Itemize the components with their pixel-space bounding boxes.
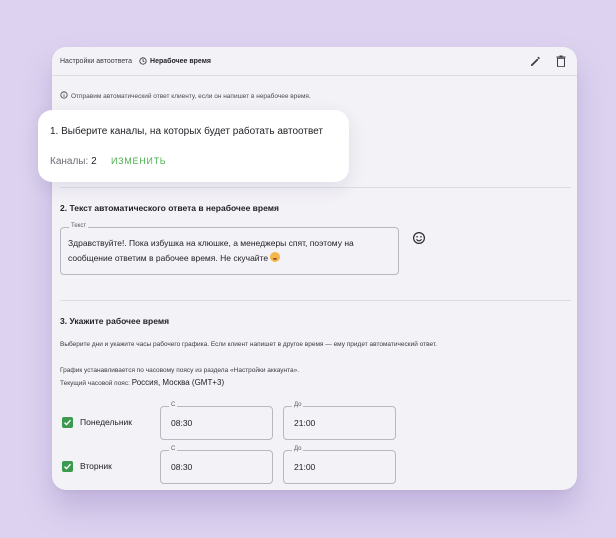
from-value: 08:30 xyxy=(171,462,193,472)
section-1-title: 1. Выберите каналы, на которых будет раб… xyxy=(50,126,323,137)
timezone-value: Россия, Москва (GMT+3) xyxy=(131,378,225,387)
trash-icon[interactable] xyxy=(553,53,569,69)
to-label: До xyxy=(292,402,304,408)
monday-checkbox[interactable] xyxy=(62,417,73,428)
autoreply-text-field[interactable]: Текст Здравствуйте!. Пока избушка на клю… xyxy=(60,223,399,275)
timezone-line: Текущий часовой пояс: Россия, Москва (GM… xyxy=(60,378,224,388)
divider xyxy=(60,187,571,188)
to-value: 21:00 xyxy=(294,418,316,428)
info-line: Отправим автоматический ответ клиенту, е… xyxy=(60,91,311,101)
monday-to-field[interactable]: До 21:00 xyxy=(283,402,396,440)
smiley-icon[interactable] xyxy=(412,231,426,245)
text-field-label: Текст xyxy=(69,223,89,229)
from-label: С xyxy=(169,446,178,452)
header-subtitle: Нерабочее время xyxy=(150,57,211,65)
channels-count-value: 2 xyxy=(91,156,97,167)
to-label: До xyxy=(292,446,304,452)
channels-label: Каналы: xyxy=(50,156,89,167)
channels-count: Каналы: 2 xyxy=(50,156,97,167)
autoreply-text: Здравствуйте!. Пока избушка на клюшке, а… xyxy=(68,238,354,263)
monday-from-field[interactable]: С 08:30 xyxy=(160,402,273,440)
from-value: 08:30 xyxy=(171,418,193,428)
channels-popover: 1. Выберите каналы, на которых будет раб… xyxy=(38,110,349,182)
timezone-note: График устанавливается по часовому поясу… xyxy=(60,367,300,374)
from-label: С xyxy=(169,402,178,408)
change-channels-button[interactable]: ИЗМЕНИТЬ xyxy=(111,156,166,166)
info-icon xyxy=(60,91,68,101)
timezone-label: Текущий часовой пояс: xyxy=(60,380,130,387)
day-label: Понедельник xyxy=(80,417,133,427)
smiling-face-emoji xyxy=(270,252,281,262)
pencil-icon[interactable] xyxy=(527,53,543,69)
card-header: Настройки автоответа Нерабочее время xyxy=(52,47,577,76)
section-2-title: 2. Текст автоматического ответа в нерабо… xyxy=(60,203,279,213)
info-text: Отправим автоматический ответ клиенту, е… xyxy=(71,92,311,100)
divider xyxy=(60,300,571,301)
header-title: Настройки автоответа xyxy=(60,57,133,65)
section-3-title: 3. Укажите рабочее время xyxy=(60,316,170,326)
tuesday-to-field[interactable]: До 21:00 xyxy=(283,446,396,484)
day-label: Вторник xyxy=(80,461,112,471)
schedule-description: Выберите дни и укажите часы рабочего гра… xyxy=(60,341,437,348)
clock-icon xyxy=(139,57,147,65)
tuesday-from-field[interactable]: С 08:30 xyxy=(160,446,273,484)
to-value: 21:00 xyxy=(294,462,316,472)
tuesday-checkbox[interactable] xyxy=(62,461,73,472)
